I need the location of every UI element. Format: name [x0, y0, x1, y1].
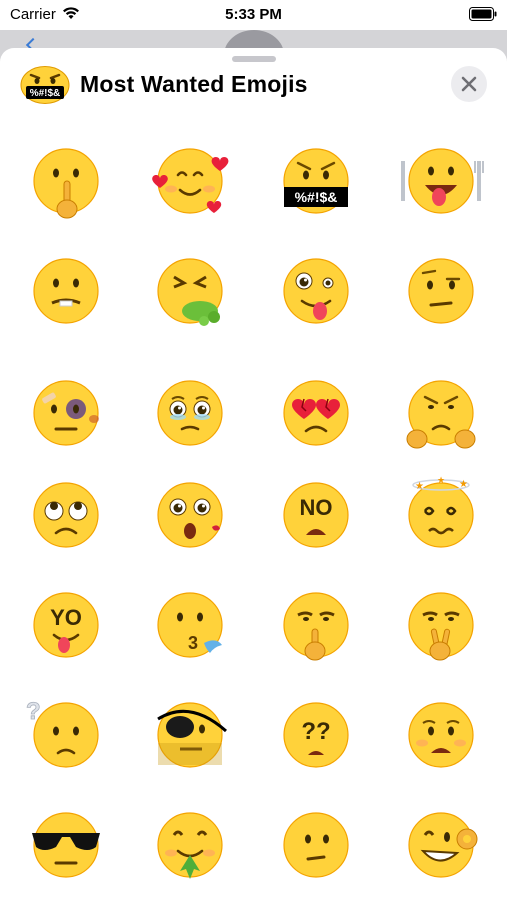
broken-heart-eyes-face-icon — [283, 380, 349, 446]
svg-text:★: ★ — [415, 481, 424, 492]
face-rolling-eyes-icon — [33, 482, 99, 548]
emoji-smiling-face-with-hearts[interactable] — [144, 135, 236, 227]
pirate-face-eyepatch-icon — [157, 702, 227, 768]
emoji-broken-heart-eyes-face[interactable] — [270, 367, 362, 459]
emoji-face-with-raised-eyebrow[interactable] — [395, 245, 487, 337]
sheet-title: Most Wanted Emojis — [80, 71, 308, 97]
emoji-face-ok-hand[interactable] — [395, 799, 487, 891]
shocked-face-with-kiss-icon — [157, 482, 223, 548]
face-with-raised-eyebrow-icon — [408, 258, 474, 324]
emoji-neutral-face[interactable] — [270, 799, 362, 891]
emoji-confused-face-question[interactable]: ? — [20, 689, 112, 781]
emoji-dizzy-face[interactable]: ★ ★ ★ — [395, 469, 487, 561]
smiling-face-with-hearts-icon — [152, 148, 229, 214]
emoji-zany-face[interactable] — [270, 245, 362, 337]
emoji-face-biting-lip[interactable] — [20, 245, 112, 337]
no-face-icon: NO — [283, 482, 349, 548]
emoji-face-vomiting[interactable] — [144, 245, 236, 337]
face-ok-hand-icon — [408, 812, 478, 878]
face-peace-sign-icon — [408, 592, 474, 661]
face-with-leaf-icon — [157, 812, 223, 879]
emoji-shocked-face-with-kiss[interactable] — [144, 469, 236, 561]
neutral-face-icon — [283, 812, 349, 878]
svg-text:3: 3 — [188, 633, 198, 653]
status-bar: Carrier 5:33 PM — [0, 0, 507, 30]
emoji-no-face[interactable]: NO — [270, 469, 362, 561]
face-with-symbols-on-mouth-icon: %#!$& — [283, 148, 349, 214]
emoji-pleading-face[interactable] — [144, 367, 236, 459]
emoji-face-with-sunglasses[interactable] — [20, 799, 112, 891]
pleading-face-icon — [157, 380, 223, 446]
yo-face-icon: YO — [33, 592, 99, 658]
zany-face-icon — [283, 258, 349, 324]
emoji-yo-face[interactable]: YO — [20, 579, 112, 671]
anxious-face-icon — [408, 702, 474, 768]
bruised-face-icon — [33, 380, 99, 446]
svg-text:?: ? — [26, 698, 41, 725]
svg-text:%#!$&: %#!$& — [295, 189, 338, 205]
face-blowing-kiss-wind-icon: 3 — [157, 592, 223, 658]
sheet-grabber[interactable] — [232, 56, 276, 62]
svg-text:★: ★ — [437, 475, 445, 485]
app-icon: %#!$& — [20, 66, 70, 104]
sticker-sheet: %#!$& Most Wanted Emojis %#!$& NO ★ ★ ★ … — [0, 48, 507, 900]
close-icon — [461, 76, 477, 92]
app-icon-text: %#!$& — [30, 88, 61, 99]
hungry-face-with-fork-and-knife-icon — [401, 148, 484, 214]
emoji-hungry-face-with-fork-and-knife[interactable] — [395, 135, 487, 227]
emoji-pirate-face-eyepatch[interactable] — [144, 689, 236, 781]
emoji-face-with-leaf[interactable] — [144, 799, 236, 891]
confused-face-question-icon: ? — [26, 698, 99, 768]
question-eyes-face-icon: ?? — [283, 702, 349, 768]
face-vomiting-icon — [157, 258, 223, 326]
emoji-grumpy-face-with-fists[interactable] — [395, 367, 487, 459]
svg-text:★: ★ — [459, 479, 468, 490]
dizzy-face-icon: ★ ★ ★ — [408, 475, 474, 548]
emoji-face-rolling-eyes[interactable] — [20, 469, 112, 561]
emoji-bruised-face[interactable] — [20, 367, 112, 459]
clock: 5:33 PM — [225, 6, 282, 23]
emoji-question-eyes-face[interactable]: ?? — [270, 689, 362, 781]
emoji-shushing-face[interactable] — [20, 135, 112, 227]
svg-text:YO: YO — [50, 605, 82, 630]
emoji-grid: %#!$& NO ★ ★ ★ YO 3 ? ?? — [0, 135, 507, 895]
grumpy-face-with-fists-icon — [406, 380, 476, 449]
face-biting-lip-icon — [33, 258, 99, 324]
svg-text:??: ?? — [301, 718, 330, 745]
emoji-anxious-face[interactable] — [395, 689, 487, 781]
close-button[interactable] — [451, 66, 487, 102]
battery-icon — [469, 7, 497, 21]
emoji-face-blowing-kiss-wind[interactable]: 3 — [144, 579, 236, 671]
face-pointing-finger-icon — [283, 592, 349, 661]
emoji-face-pointing-finger[interactable] — [270, 579, 362, 671]
shushing-face-icon — [33, 148, 99, 219]
emoji-face-with-symbols-on-mouth[interactable]: %#!$& — [270, 135, 362, 227]
svg-text:NO: NO — [300, 495, 333, 520]
emoji-face-peace-sign[interactable] — [395, 579, 487, 671]
face-with-sunglasses-icon — [32, 812, 100, 878]
